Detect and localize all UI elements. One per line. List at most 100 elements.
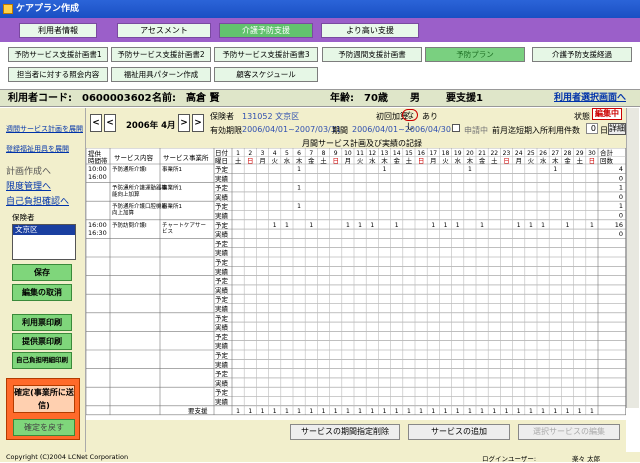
- print-provide-button[interactable]: 提供票印刷: [12, 333, 72, 350]
- first-add-yes[interactable]: あり: [422, 111, 438, 122]
- subtab-progress[interactable]: 介護予防支援経過: [532, 47, 632, 62]
- footer-day-value: 1: [541, 408, 545, 415]
- actual-label: 実績: [215, 192, 229, 201]
- footer-day-value: 1: [334, 408, 338, 415]
- vertical-scrollbar[interactable]: [626, 108, 639, 408]
- sidebar-link-welfare[interactable]: 登録福祉用具を展開: [6, 144, 69, 154]
- period-label: 期間: [332, 126, 348, 135]
- footer-day-value: 1: [529, 408, 533, 415]
- actual-label: 実績: [215, 397, 229, 406]
- weekday-label: 水: [284, 156, 291, 165]
- footer-day-value: 1: [468, 408, 472, 415]
- weekday-label: 木: [467, 156, 474, 165]
- day-number: 28: [564, 150, 572, 157]
- plan-mark: 1: [285, 222, 289, 229]
- status-label: 状態: [574, 112, 590, 121]
- footer-day-value: 1: [285, 408, 289, 415]
- row-service: 予防通所介護運動器機: [112, 184, 168, 192]
- footer-day-value: 1: [236, 408, 240, 415]
- sidebar-insurer-label: 保険者: [12, 213, 35, 222]
- footer-day-value: 1: [407, 408, 411, 415]
- plan-label: 予定: [215, 332, 229, 341]
- row-service: 予防通所介護口腔機能: [112, 202, 168, 210]
- plan-mark: 1: [553, 166, 557, 173]
- delete-period-button[interactable]: サービスの期間指定削除: [290, 424, 400, 440]
- valid-label: 有効期限: [210, 126, 242, 135]
- plan-area: < < 2006年 4月 > > 保険者 131052 文京区 有効期限 200…: [86, 108, 626, 452]
- row-time: 16:30: [88, 229, 107, 237]
- footer-day-value: 1: [505, 408, 509, 415]
- plan-label: 予定: [215, 276, 229, 285]
- row-total-actual: 0: [619, 193, 623, 201]
- revert-confirm-button[interactable]: 確定を戻す: [13, 419, 75, 436]
- select-user-link[interactable]: 利用者選択画面へ: [554, 90, 626, 107]
- subtab-plan1[interactable]: 予防サービス支援計画書1: [8, 47, 108, 62]
- day-number: 21: [478, 150, 486, 157]
- valid-period: 2006/04/01~2007/03/31: [242, 125, 341, 134]
- subtab-welfare-pattern[interactable]: 福祉用具パターン作成: [111, 67, 211, 82]
- day-number: 24: [515, 150, 523, 157]
- next-month-button[interactable]: >: [178, 114, 190, 132]
- tab-assessment[interactable]: アセスメント: [117, 23, 211, 38]
- confirm-button[interactable]: 確定(事業所に送信): [13, 385, 75, 413]
- save-button[interactable]: 保存: [12, 264, 72, 281]
- subtab-inquiry[interactable]: 担当者に対する照会内容: [8, 67, 108, 82]
- applying-label: 申請中: [464, 126, 488, 135]
- first-add-none[interactable]: なし: [402, 109, 418, 131]
- print-usage-button[interactable]: 利用票印刷: [12, 314, 72, 331]
- weekday-label: 金: [564, 156, 571, 165]
- day-number: 6: [297, 150, 301, 157]
- day-number: 17: [429, 150, 437, 157]
- insurer-listbox[interactable]: 文京区: [12, 224, 76, 260]
- day-number: 16: [417, 150, 425, 157]
- day-number: 22: [490, 150, 498, 157]
- cancel-edit-button[interactable]: 編集の取消: [12, 284, 72, 301]
- plan-mark: 1: [456, 222, 460, 229]
- weekday-label: 水: [369, 156, 376, 165]
- user-age: 70歳: [364, 93, 388, 104]
- edit-service-button[interactable]: 選択サービスの編集: [518, 424, 620, 440]
- row-total-plan: 4: [619, 165, 623, 173]
- actual-label: 実績: [215, 248, 229, 257]
- add-service-button[interactable]: サービスの追加: [408, 424, 510, 440]
- day-number: 8: [322, 150, 326, 157]
- row-total-actual: 0: [619, 212, 623, 220]
- next-year-button[interactable]: >: [192, 114, 204, 132]
- applying-checkbox[interactable]: [452, 124, 460, 132]
- weekday-label: 木: [552, 156, 559, 165]
- window-title: ケアプラン作成: [16, 4, 80, 14]
- day-number: 9: [334, 150, 338, 157]
- subtab-prevention-plan[interactable]: 予防プラン: [425, 47, 525, 62]
- sidebar-link-weekly[interactable]: 週間サービス計画を展開: [6, 124, 83, 134]
- subtab-plan2[interactable]: 予防サービス支援計画書2: [111, 47, 211, 62]
- plan-label: 予定: [215, 313, 229, 322]
- print-self-pay-button[interactable]: 自己負担明細印刷: [12, 352, 72, 369]
- subtab-schedule[interactable]: 顧客スケジュール: [214, 67, 318, 82]
- prev-year-button[interactable]: <: [90, 114, 102, 132]
- row-provider: 事業所1: [162, 202, 182, 210]
- tab-care-prevention[interactable]: 介護予防支援: [219, 23, 313, 38]
- day-number: 27: [551, 150, 559, 157]
- insurer-list-item[interactable]: 文京区: [13, 225, 75, 235]
- sidebar-link-limit[interactable]: 限度管理へ: [6, 179, 51, 192]
- weekday-label: 土: [576, 156, 583, 165]
- day-number: 15: [405, 150, 413, 157]
- footer-day-value: 1: [553, 408, 557, 415]
- plan-label: 予定: [215, 295, 229, 304]
- plan-mark: 1: [346, 222, 350, 229]
- tab-user-info[interactable]: 利用者情報: [19, 23, 97, 38]
- row-service: 予防訪問介護Ⅰ: [112, 221, 147, 229]
- plan-mark: 1: [517, 222, 521, 229]
- subtab-plan3[interactable]: 予防サービス支援計画書3: [214, 47, 318, 62]
- prev-month-button[interactable]: <: [104, 114, 116, 132]
- sidebar-link-self-pay[interactable]: 自己負担確認へ: [6, 194, 69, 207]
- footer-day-value: 1: [309, 408, 313, 415]
- subtab-weekly[interactable]: 予防週間支援計画書: [322, 47, 422, 62]
- prev-month-count[interactable]: 0: [586, 123, 598, 134]
- schedule-grid[interactable]: 提供時間帯 サービス内容 サービス事業所日付曜日合計回数1土2日3月4火5水6木7金…: [86, 148, 626, 420]
- footer-day-value: 1: [383, 408, 387, 415]
- window-titlebar: ケアプラン作成: [0, 0, 640, 18]
- detail-button[interactable]: 詳細: [608, 123, 626, 135]
- care-level: 要支援1: [446, 93, 483, 104]
- tab-higher-support[interactable]: より高い支援: [321, 23, 419, 38]
